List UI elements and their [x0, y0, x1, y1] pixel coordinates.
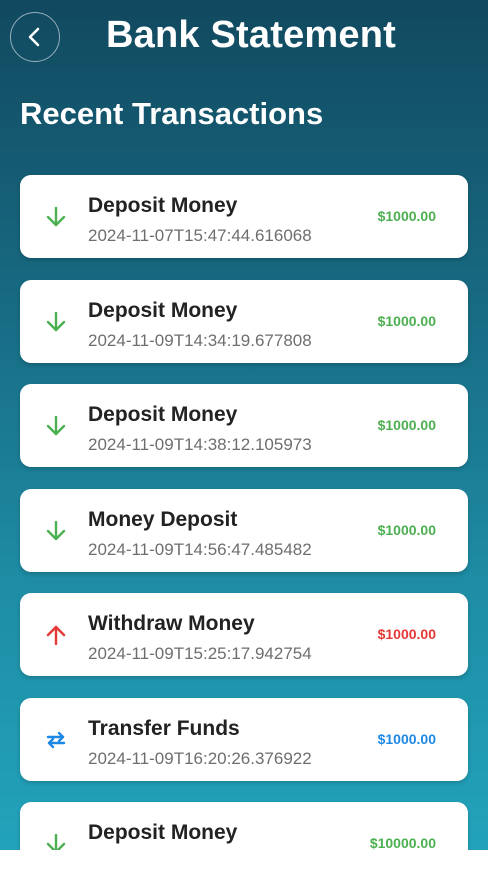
- transaction-timestamp: 2024-11-07T15:47:44.616068: [88, 226, 312, 245]
- transaction-item[interactable]: Deposit Money 2024-11-07T15:47:44.616068 $…: [20, 175, 468, 258]
- transaction-timestamp: 2024-11-09T16:20:26.376922: [88, 748, 312, 768]
- transaction-amount: $1000.00: [377, 312, 436, 329]
- transaction-title: Deposit Money: [88, 194, 238, 217]
- transaction-item[interactable]: Withdraw Money 2024-11-09T15:25:17.942754…: [20, 593, 468, 676]
- arrow-down-icon: [46, 311, 66, 331]
- transaction-item[interactable]: Deposit Money 2024-11-09T14:34:19.677808 $…: [20, 279, 468, 363]
- transaction-title: Transfer Funds: [88, 716, 240, 740]
- arrow-down-icon: [46, 833, 66, 850]
- chevron-left-icon: [28, 27, 40, 47]
- transaction-amount: $1000.00: [377, 208, 436, 224]
- bottom-strip: [0, 850, 488, 869]
- app-header: Bank Statement: [0, 0, 488, 76]
- transaction-item[interactable]: Money Deposit 2024-11-09T14:56:47.485482 $…: [20, 488, 468, 572]
- transaction-timestamp: 2024-11-09T14:34:19.677808: [88, 330, 312, 350]
- swap-arrows-icon: [46, 731, 66, 748]
- page-title: Bank Statement: [106, 14, 396, 56]
- arrow-down-icon: [46, 520, 66, 540]
- arrow-down-icon: [46, 206, 66, 227]
- transaction-timestamp: 2024-11-09T14:38:12.105973: [88, 435, 312, 454]
- section-title: Recent Transactions: [20, 96, 324, 131]
- transaction-item[interactable]: Deposit Money $10000.00: [20, 802, 468, 850]
- transaction-list: Deposit Money 2024-11-07T15:47:44.616068 $…: [20, 175, 468, 850]
- transaction-title: Money Deposit: [88, 507, 238, 531]
- transaction-amount: $1000.00: [377, 521, 436, 538]
- back-button[interactable]: [10, 12, 60, 62]
- transaction-timestamp: 2024-11-09T15:25:17.942754: [88, 644, 312, 663]
- arrow-up-icon: [46, 625, 66, 646]
- arrow-down-icon: [46, 415, 66, 436]
- transaction-item[interactable]: Deposit Money 2024-11-09T14:38:12.105973 $…: [20, 384, 468, 467]
- transaction-amount: $1000.00: [377, 730, 436, 747]
- transaction-title: Deposit Money: [88, 403, 238, 426]
- transaction-title: Deposit Money: [88, 298, 238, 322]
- transaction-timestamp: 2024-11-09T14:56:47.485482: [88, 539, 312, 559]
- transaction-title: Deposit Money: [88, 821, 238, 844]
- transaction-amount: $1000.00: [377, 626, 436, 642]
- transaction-item[interactable]: Transfer Funds 2024-11-09T16:20:26.376922…: [20, 697, 468, 781]
- transaction-title: Withdraw Money: [88, 612, 255, 635]
- transaction-amount: $10000.00: [369, 835, 436, 850]
- app-screen: Bank Statement Recent Transactions Depos…: [0, 0, 488, 850]
- transaction-amount: $1000.00: [377, 417, 436, 433]
